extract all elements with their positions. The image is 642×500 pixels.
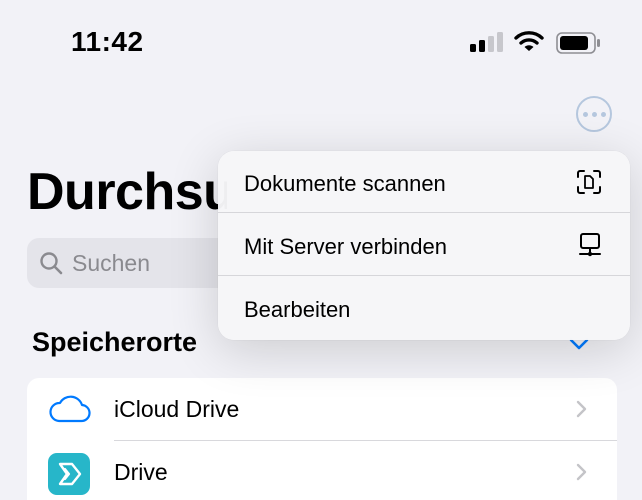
server-icon: [579, 233, 601, 257]
cellular-signal-icon: [470, 32, 503, 52]
status-time: 11:42: [71, 26, 144, 57]
ellipsis-circle-icon: [582, 111, 588, 117]
status-bar: 11:42: [0, 0, 642, 90]
menu-item-label: Mit Server verbinden: [244, 234, 447, 259]
battery-icon: [556, 32, 600, 54]
page-title: Durchsuchen: [27, 163, 227, 221]
section-header-locations: Speicherorte: [32, 327, 198, 357]
list-item-drive[interactable]: Drive: [27, 441, 617, 500]
cloud-icon: [49, 395, 91, 423]
list-item-icloud-drive[interactable]: iCloud Drive: [27, 378, 617, 441]
search-placeholder: Suchen: [72, 249, 151, 276]
menu-item-connect-server[interactable]: Mit Server verbinden: [218, 214, 630, 276]
drive-app-icon: [48, 453, 90, 495]
more-options-button[interactable]: [576, 96, 612, 132]
document-scan-icon: [577, 170, 601, 194]
menu-item-label: Bearbeiten: [244, 297, 351, 322]
context-menu: Dokumente scannen Mit Server verbinden B…: [218, 151, 630, 340]
list-item-label: iCloud Drive: [114, 396, 240, 422]
chevron-right-icon: [576, 463, 587, 481]
menu-item-scan-documents[interactable]: Dokumente scannen: [218, 151, 630, 213]
magnifying-glass-icon: [40, 252, 63, 275]
locations-list: iCloud Drive Drive: [27, 378, 617, 500]
list-item-label: Drive: [114, 459, 168, 485]
menu-item-edit[interactable]: Bearbeiten: [218, 277, 630, 339]
menu-item-label: Dokumente scannen: [244, 171, 446, 196]
wifi-icon: [514, 31, 544, 51]
chevron-right-icon: [576, 400, 587, 418]
